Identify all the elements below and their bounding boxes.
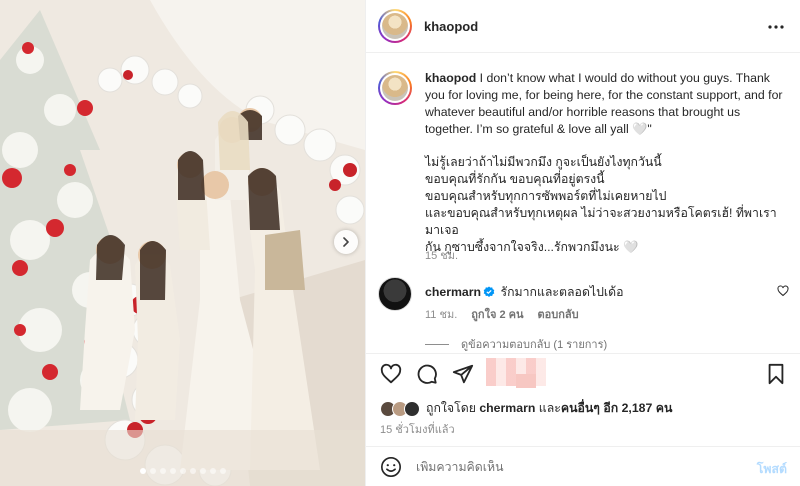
photo-illustration [0, 0, 365, 486]
author-username[interactable]: khaopod [424, 19, 478, 34]
likes-prefix: ถูกใจโดย [426, 401, 476, 415]
caption-th-line: และขอบคุณสำหรับทุกเหตุผล ไม่ว่าจะสวยงามห… [425, 206, 777, 237]
comment-timestamp: 11 ชม. [425, 309, 458, 321]
caption-avatar-image [382, 75, 408, 101]
bookmark-icon[interactable] [765, 363, 787, 385]
comment-reply-button[interactable]: ตอบกลับ [538, 305, 579, 323]
caption-th-line: ขอบคุณที่รักกัน ขอบคุณที่อยู่ตรงนี้ [425, 172, 605, 186]
liker-avatar [404, 400, 420, 417]
view-replies-button[interactable]: ดูข้อความตอบกลับ (1 รายการ) [425, 335, 607, 353]
carousel-dot [219, 468, 226, 474]
comment-icon[interactable] [416, 363, 438, 385]
post-header: khaopod [366, 0, 800, 53]
comment-input[interactable] [416, 459, 716, 474]
more-options-icon[interactable] [767, 18, 785, 36]
caption-author[interactable]: khaopod [425, 71, 476, 85]
likes-summary[interactable]: ถูกใจโดย chermarn และคนอื่นๆ อีก 2,187 ค… [380, 399, 672, 418]
likes-user[interactable]: chermarn [479, 401, 535, 415]
author-avatar[interactable] [378, 9, 412, 43]
carousel-dot [139, 468, 146, 474]
caption-text-th: ไม่รู้เลยว่าถ้าไม่มีพวกมึง กูจะเป็นยังไง… [425, 154, 785, 256]
caption-th-line: ขอบคุณสำหรับทุกการซัพพอร์ตที่ไม่เคยหายไป [425, 189, 667, 203]
carousel-dot [149, 468, 156, 474]
caption-author-avatar[interactable] [378, 71, 412, 105]
chevron-right-icon [343, 237, 349, 247]
share-icon[interactable] [452, 363, 474, 385]
carousel-dot [209, 468, 216, 474]
likes-others[interactable]: คนอื่นๆ อีก 2,187 คน [561, 401, 673, 415]
emoji-icon[interactable] [380, 456, 402, 478]
comment-like-heart-icon[interactable] [777, 285, 789, 297]
next-photo-button[interactable] [334, 230, 358, 254]
commenter-username[interactable]: chermarn [425, 285, 481, 299]
carousel-dot [179, 468, 186, 474]
posted-time[interactable]: 15 ชั่วโมงที่แล้ว [380, 420, 455, 438]
carousel-dot [189, 468, 196, 474]
verified-icon [483, 286, 495, 297]
carousel-dots [0, 468, 365, 474]
commenter-avatar[interactable] [378, 277, 412, 311]
caption: khaopod I don’t know what I would do wit… [425, 70, 785, 256]
comment-meta: 11 ชม. ถูกใจ 2 คน ตอบกลับ [425, 305, 579, 323]
post-photo[interactable] [0, 0, 365, 486]
author-avatar-image [382, 13, 408, 39]
comment-likes[interactable]: ถูกใจ 2 คน [471, 305, 523, 323]
view-replies-label: ดูข้อความตอบกลับ (1 รายการ) [461, 339, 608, 351]
add-comment-bar: โพสต์ [366, 446, 800, 486]
carousel-dot [169, 468, 176, 474]
censored-sticker-small [516, 374, 536, 388]
caption-text-en: I don’t know what I would do without you… [425, 71, 783, 136]
carousel-dot [199, 468, 206, 474]
comment: chermarn รักมากและตลอดไปเด้อ [425, 283, 624, 302]
post-panel: khaopod khaopod I don’t know what I woul… [365, 0, 800, 486]
heart-icon[interactable] [380, 363, 402, 385]
carousel-dot [159, 468, 166, 474]
likes-middle: และ [538, 401, 561, 415]
caption-th-line: กัน กูซาบซึ้งจากใจจริง...รักพวกมึงนะ 🤍 [425, 240, 639, 254]
post-comment-button[interactable]: โพสต์ [757, 460, 787, 479]
likes-text: ถูกใจโดย chermarn และคนอื่นๆ อีก 2,187 ค… [426, 399, 672, 418]
replies-divider [425, 343, 449, 345]
comment-text: รักมากและตลอดไปเด้อ [500, 285, 624, 299]
comments-section[interactable]: khaopod I don’t know what I would do wit… [366, 53, 800, 353]
caption-th-line: ไม่รู้เลยว่าถ้าไม่มีพวกมึง กูจะเป็นยังไง… [425, 155, 662, 169]
caption-timestamp: 15 ชม. [425, 250, 459, 262]
actions-section: ถูกใจโดย chermarn และคนอื่นๆ อีก 2,187 ค… [366, 353, 800, 446]
